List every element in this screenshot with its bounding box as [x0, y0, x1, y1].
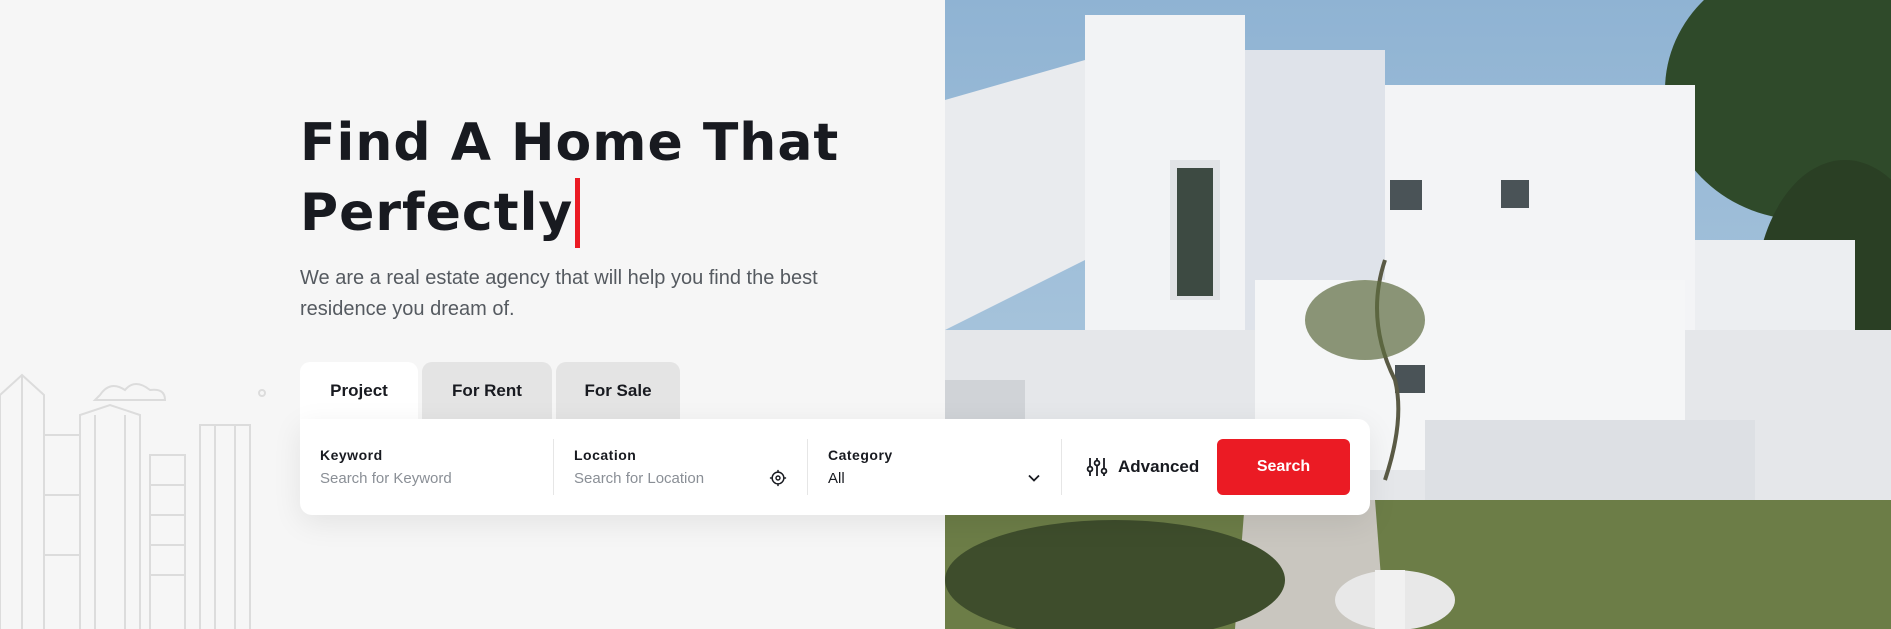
search-panel: Keyword Location Category All Advan [300, 419, 1370, 515]
keyword-field: Keyword [300, 439, 554, 495]
category-label: Category [828, 447, 893, 463]
tab-for-sale[interactable]: For Sale [556, 362, 680, 419]
location-input[interactable] [574, 470, 754, 487]
category-select-value[interactable]: All [828, 470, 1041, 487]
sliders-icon [1086, 458, 1108, 476]
typing-cursor [575, 178, 581, 248]
headline-line-2: Perfectly [300, 183, 574, 243]
location-field: Location [554, 439, 808, 495]
tab-project[interactable]: Project [300, 362, 418, 419]
hero-headline: Find A Home That Perfectly [300, 108, 860, 248]
advanced-label: Advanced [1118, 457, 1200, 476]
location-label: Location [574, 447, 637, 463]
keyword-input[interactable] [320, 470, 500, 487]
category-field[interactable]: Category All [808, 439, 1062, 495]
keyword-label: Keyword [320, 447, 383, 463]
advanced-button[interactable]: Advanced [1086, 456, 1199, 478]
hero-subtitle: We are a real estate agency that will he… [300, 267, 818, 320]
city-skyline-illustration [0, 373, 266, 629]
search-tabs: Project For Rent For Sale [300, 362, 680, 419]
tab-for-rent[interactable]: For Rent [422, 362, 552, 419]
search-button[interactable]: Search [1217, 439, 1350, 495]
hero-house-image [945, 0, 1891, 629]
chevron-down-icon[interactable] [1027, 471, 1041, 485]
crosshair-icon[interactable] [769, 469, 787, 487]
headline-line-1: Find A Home That [300, 113, 840, 173]
